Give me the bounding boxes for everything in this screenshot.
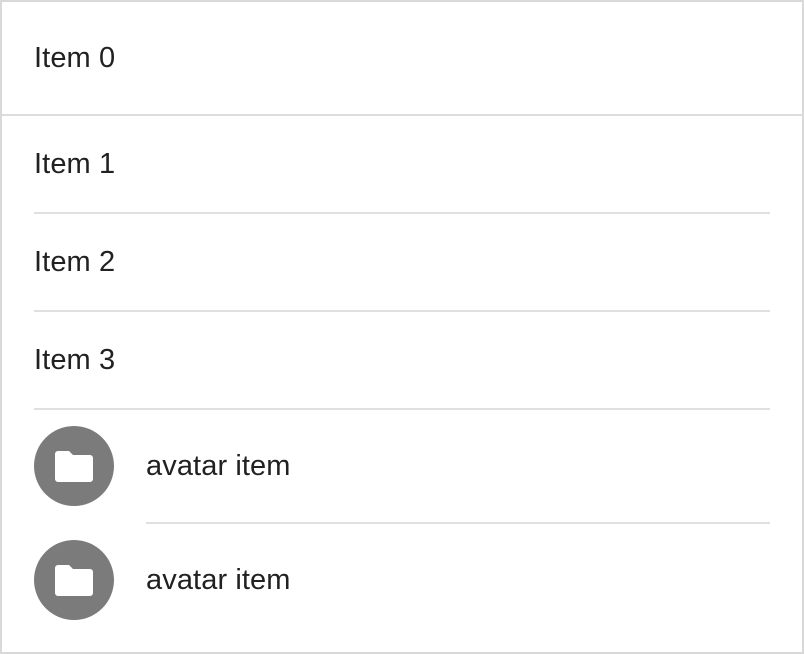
folder-icon [54,563,94,597]
list-item-label: Item 1 [34,147,116,180]
list-item[interactable]: Item 1 [2,116,802,212]
list-item[interactable]: Item 3 [2,312,802,408]
avatar-item-label: avatar item [146,449,291,482]
avatar [34,426,114,506]
avatar-item-label: avatar item [146,563,291,596]
list-item-label: Item 2 [34,245,116,278]
list-item[interactable]: Item 2 [2,214,802,310]
list-item[interactable]: Item 0 [2,2,802,114]
list-item-label: Item 0 [34,41,116,74]
list: Item 0 Item 1 Item 2 Item 3 avatar item [0,0,804,654]
folder-icon [54,449,94,483]
avatar [34,540,114,620]
avatar-list-item[interactable]: avatar item [2,524,802,636]
list-item-label: Item 3 [34,343,116,376]
avatar-list-item[interactable]: avatar item [2,410,802,522]
